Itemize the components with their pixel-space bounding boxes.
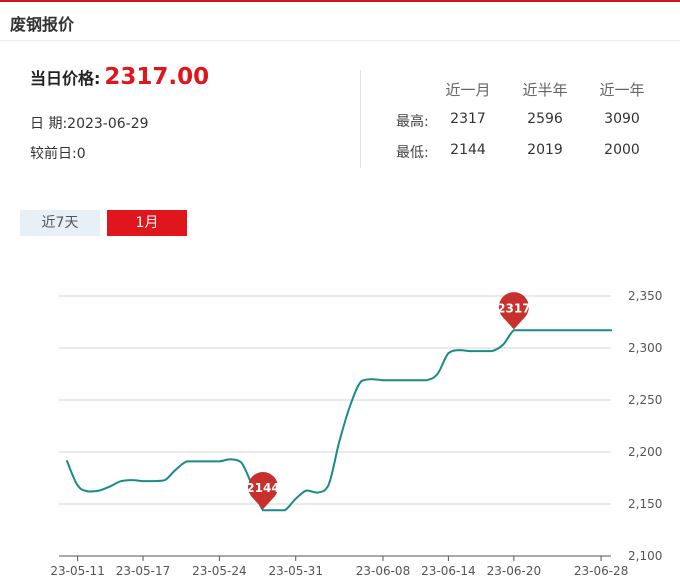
y-tick-label: 2,150 [628,497,662,511]
x-tick-label: 23-06-14 [421,564,475,578]
stats-high-half-year: 2596 [527,111,563,127]
page-title: 废钢报价 [10,15,75,34]
x-tick-label: 23-06-20 [487,564,541,578]
top-accent-border [0,0,680,2]
stats-high-year: 3090 [604,111,640,127]
stats-low-half-year: 2019 [527,142,563,158]
x-tick-label: 23-05-24 [192,564,246,578]
stats-col-month: 近一月 [445,81,491,99]
x-tick-label: 23-06-28 [574,564,628,578]
price-line-chart: 2,100 2,150 2,200 2,250 2,300 2,350 23-05-11 23… [50,289,662,578]
today-price-label: 当日价格: [30,69,101,88]
pin-marker-label: 2144 [246,481,279,495]
stats-high-month: 2317 [450,111,486,127]
stats-divider [360,70,361,168]
title-divider [0,40,680,41]
price-series-line [65,329,612,512]
today-price-value: 2317.00 [104,64,210,90]
price-date: 日 期:2023-06-29 [30,116,149,132]
tab-1-month[interactable]: 1月 [107,210,187,236]
x-tick-label: 23-05-11 [50,564,104,578]
tab-7-days[interactable]: 近7天 [20,210,100,236]
y-tick-label: 2,250 [628,393,662,407]
y-tick-label: 2,350 [628,289,662,303]
y-tick-label: 2,300 [628,341,662,355]
x-tick-label: 23-05-17 [116,564,170,578]
stats-low-month: 2144 [450,142,486,158]
stats-row-high-label: 最高: [396,114,429,130]
y-tick-label: 2,100 [628,549,662,563]
stats-col-half-year: 近半年 [522,81,568,99]
stats-low-year: 2000 [604,142,640,158]
change-vs-prev-day: 较前日:0 [30,146,86,162]
today-price: 当日价格: 2317.00 [30,64,209,90]
stats-col-year: 近一年 [599,81,645,99]
stats-row-low-label: 最低: [396,145,429,161]
x-tick-label: 23-05-31 [268,564,322,578]
y-tick-label: 2,200 [628,445,662,459]
pin-marker-label: 2317 [497,301,530,315]
x-tick-label: 23-06-08 [356,564,410,578]
